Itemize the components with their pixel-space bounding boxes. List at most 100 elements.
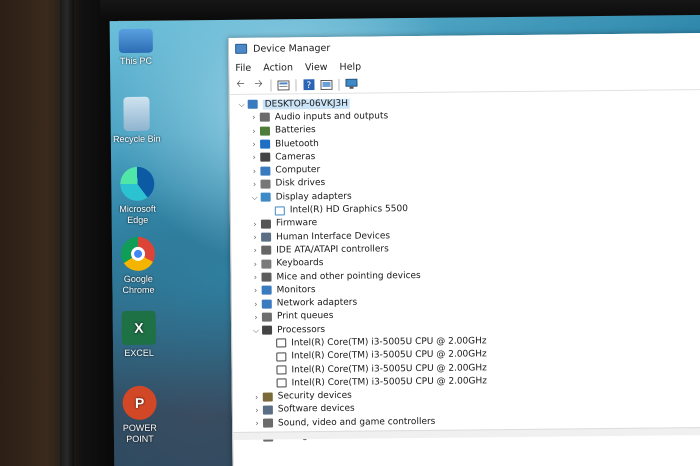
menu-action[interactable]: Action xyxy=(263,62,293,73)
software-device-icon xyxy=(262,405,273,415)
chevron-right-icon[interactable]: › xyxy=(250,286,262,295)
chevron-right-icon[interactable]: › xyxy=(249,233,261,242)
menu-help[interactable]: Help xyxy=(339,62,361,73)
desktop-icon-label: Microsoft Edge xyxy=(119,203,156,225)
chevron-right-icon[interactable]: › xyxy=(249,246,261,255)
mouse-icon xyxy=(261,272,272,282)
chevron-down-icon[interactable]: ⌵ xyxy=(236,99,248,109)
desktop-icon-label: POWER POINT xyxy=(122,422,157,445)
network-adapter-icon xyxy=(261,299,272,309)
desktop-icon-excel[interactable]: X EXCEL xyxy=(109,310,169,360)
chevron-right-icon[interactable]: › xyxy=(248,180,260,189)
sound-controller-icon xyxy=(262,418,274,428)
chevron-right-icon[interactable]: › xyxy=(249,273,261,282)
firmware-icon xyxy=(260,219,271,229)
computer-root-icon xyxy=(247,99,258,109)
tree-category-label: Computer xyxy=(275,165,321,176)
update-driver-icon[interactable] xyxy=(319,78,333,90)
tree-category-label: Security devices xyxy=(277,390,352,402)
laptop-bezel-left xyxy=(0,0,118,466)
security-device-icon xyxy=(262,392,273,402)
tree-category-label: Network adapters xyxy=(276,297,358,309)
speaker-icon xyxy=(259,113,270,123)
tree-category-label: Processors xyxy=(277,324,326,336)
processor-device-icon xyxy=(276,365,287,375)
chevron-right-icon[interactable]: › xyxy=(249,259,261,268)
forward-arrow-icon[interactable]: 🡢 xyxy=(251,79,265,91)
toolbar-separator xyxy=(295,78,297,91)
desktop-icon-label: This PC xyxy=(119,55,153,67)
tree-device-label: Intel(R) Core(TM) i3-5005U CPU @ 2.00GHz xyxy=(291,362,487,375)
edge-icon xyxy=(120,166,155,202)
chevron-right-icon[interactable]: › xyxy=(251,419,263,428)
hid-icon xyxy=(261,232,272,242)
desktop-icon-this-pc[interactable]: This PC xyxy=(106,28,166,68)
tree-category-label: Disk drives xyxy=(275,178,326,189)
toolbar-separator xyxy=(338,78,340,91)
processor-device-icon xyxy=(276,352,287,362)
tree-category-label: Cameras xyxy=(275,151,316,163)
chevron-right-icon[interactable]: › xyxy=(251,406,263,415)
tree-device-label: Intel(R) Core(TM) i3-5005U CPU @ 2.00GHz xyxy=(291,336,487,349)
tree-category-label: Audio inputs and outputs xyxy=(274,111,389,123)
tree-category-label: Display adapters xyxy=(275,191,352,203)
tree-category-label: Sound, video and game controllers xyxy=(277,416,436,429)
window-title: Device Manager xyxy=(253,42,331,55)
desktop-icon-recycle-bin[interactable]: Recycle Bin xyxy=(106,96,166,146)
device-manager-icon xyxy=(235,43,248,54)
desktop-icon-label: Google Chrome xyxy=(122,273,155,296)
battery-icon xyxy=(259,126,271,136)
chevron-right-icon[interactable]: › xyxy=(250,313,262,322)
tree-category-label: Mice and other pointing devices xyxy=(276,270,421,283)
help-icon[interactable]: ? xyxy=(301,79,315,91)
display-adapter-icon xyxy=(260,192,271,202)
printer-icon xyxy=(261,312,272,322)
chrome-icon xyxy=(120,236,156,272)
chevron-right-icon[interactable]: › xyxy=(250,299,262,308)
device-manager-window: Device Manager File Action View Help 🡠 🡢… xyxy=(228,32,700,466)
tree-category-label: Bluetooth xyxy=(275,138,319,150)
computer-icon xyxy=(260,166,271,176)
chevron-right-icon[interactable]: › xyxy=(248,153,260,162)
ide-controller-icon xyxy=(261,245,272,256)
powerpoint-icon: P xyxy=(122,385,157,421)
tree-category-label: IDE ATA/ATAPI controllers xyxy=(276,244,389,256)
processor-device-icon xyxy=(276,338,287,348)
chevron-down-icon[interactable]: ⌵ xyxy=(250,325,262,335)
chevron-right-icon[interactable]: › xyxy=(248,126,260,135)
menu-file[interactable]: File xyxy=(235,63,251,74)
tree-category-label: Monitors xyxy=(276,284,316,296)
tree-device-label: Intel(R) HD Graphics 5500 xyxy=(289,204,408,216)
root-computer-name: DESKTOP-06VKJ3H xyxy=(262,98,350,110)
properties-icon[interactable] xyxy=(276,79,290,91)
tree-category-label: Batteries xyxy=(274,125,316,136)
monitor-icon xyxy=(261,285,272,295)
disk-icon xyxy=(260,179,271,189)
desktop-icon-powerpoint[interactable]: P POWER POINT xyxy=(109,385,170,446)
display-adapter-device-icon xyxy=(274,205,285,216)
device-tree: ⌵ DESKTOP-06VKJ3H › Audio inputs and outp… xyxy=(230,90,700,444)
desktop-icon-chrome[interactable]: Google Chrome xyxy=(108,236,169,297)
toolbar-separator xyxy=(270,79,272,92)
processor-icon xyxy=(262,325,273,335)
chevron-down-icon[interactable]: ⌵ xyxy=(249,192,261,202)
desktop-icon-label: EXCEL xyxy=(124,347,154,359)
chevron-right-icon[interactable]: › xyxy=(248,140,260,149)
tree-category-label: Print queues xyxy=(276,311,334,322)
processor-device-icon xyxy=(276,378,287,388)
chevron-right-icon[interactable]: › xyxy=(248,166,260,175)
bluetooth-icon xyxy=(260,139,271,149)
chevron-right-icon[interactable]: › xyxy=(251,392,263,401)
recycle-bin-icon xyxy=(123,96,150,132)
chevron-right-icon[interactable]: › xyxy=(249,219,261,229)
laptop-bezel-edge xyxy=(60,0,74,466)
tree-category-label: Human Interface Devices xyxy=(276,230,391,243)
tree-device-label: Intel(R) Core(TM) i3-5005U CPU @ 2.00GHz xyxy=(291,376,488,389)
menu-view[interactable]: View xyxy=(305,62,328,73)
chevron-right-icon[interactable]: › xyxy=(248,113,260,122)
monitor-icon[interactable] xyxy=(344,78,358,90)
back-arrow-icon[interactable]: 🡠 xyxy=(233,79,247,91)
this-pc-icon xyxy=(118,28,153,54)
tree-category-label: Keyboards xyxy=(276,258,324,269)
desktop-icon-edge[interactable]: Microsoft Edge xyxy=(107,166,168,227)
